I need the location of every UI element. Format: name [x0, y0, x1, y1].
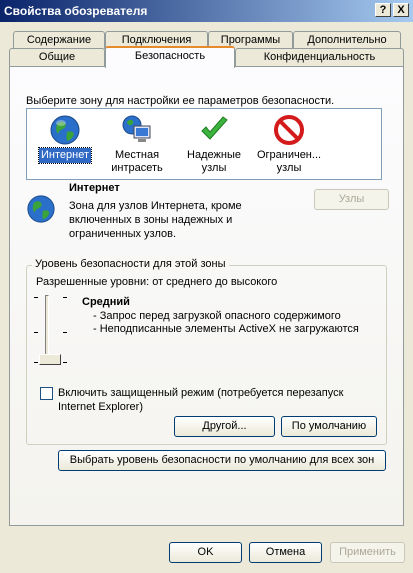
- security-level-bullet: - Неподписанные элементы ActiveX не загр…: [93, 323, 359, 335]
- window-titlebar: Свойства обозревателя: [0, 0, 413, 22]
- tab-general[interactable]: Общие: [9, 48, 105, 66]
- zone-internet[interactable]: Интернет: [25, 109, 105, 164]
- tab-advanced[interactable]: Дополнительно: [293, 31, 401, 49]
- slider-tick: [63, 362, 67, 363]
- ok-button[interactable]: OK: [169, 542, 242, 563]
- zone-label: Местная интрасеть: [111, 149, 163, 174]
- zone-description-line: включенных в зоны надежных и: [69, 214, 233, 226]
- window-title: Свойства обозревателя: [4, 4, 148, 18]
- close-button[interactable]: X: [393, 3, 409, 17]
- allowed-levels-text: Разрешенные уровни: от среднего до высок…: [36, 276, 278, 288]
- security-slider-thumb[interactable]: [39, 354, 61, 365]
- zone-info-title: Интернет: [69, 182, 120, 194]
- default-level-button[interactable]: По умолчанию: [281, 416, 377, 437]
- zone-intranet[interactable]: Местная интрасеть: [97, 109, 177, 176]
- slider-tick: [34, 362, 38, 363]
- custom-level-button[interactable]: Другой...: [174, 416, 275, 437]
- zone-label: Надежные узлы: [187, 149, 241, 174]
- zone-label: Интернет: [38, 147, 92, 164]
- zone-trusted[interactable]: Надежные узлы: [174, 109, 254, 176]
- zone-list[interactable]: Интернет Местная интрасеть Надежные узлы: [26, 108, 382, 180]
- zone-prompt: Выберите зону для настройки ее параметро…: [26, 95, 335, 107]
- intranet-computer-icon: [121, 114, 153, 146]
- zone-label: Ограничен... узлы: [256, 149, 322, 174]
- security-level-name: Средний: [82, 296, 130, 308]
- checkmark-icon: [198, 114, 230, 146]
- sites-button[interactable]: Узлы: [314, 189, 389, 210]
- tab-security[interactable]: Безопасность: [105, 46, 235, 68]
- cancel-button[interactable]: Отмена: [249, 542, 322, 563]
- restricted-icon: [273, 114, 305, 146]
- security-level-group-title: Уровень безопасности для этой зоны: [32, 258, 229, 270]
- apply-button[interactable]: Применить: [330, 542, 405, 563]
- slider-tick: [34, 297, 38, 298]
- reset-all-zones-button[interactable]: Выбрать уровень безопасности по умолчани…: [58, 450, 386, 471]
- globe-icon: [26, 194, 56, 224]
- zone-restricted[interactable]: Ограничен... узлы: [249, 109, 329, 176]
- protected-mode-label[interactable]: Internet Explorer): [58, 401, 143, 413]
- tab-content[interactable]: Содержание: [13, 31, 105, 49]
- help-button[interactable]: ?: [375, 3, 391, 17]
- zone-description-line: ограниченных узлов.: [69, 228, 177, 240]
- protected-mode-label[interactable]: Включить защищенный режим (потребуется п…: [58, 387, 343, 399]
- slider-tick: [63, 332, 67, 333]
- slider-tick: [34, 332, 38, 333]
- tab-privacy[interactable]: Конфиденциальность: [235, 48, 404, 66]
- slider-tick: [63, 297, 67, 298]
- security-level-bullet: - Запрос перед загрузкой опасного содерж…: [93, 310, 341, 322]
- globe-icon: [49, 114, 81, 146]
- protected-mode-checkbox[interactable]: [40, 387, 53, 400]
- zone-description-line: Зона для узлов Интернета, кроме: [69, 200, 242, 212]
